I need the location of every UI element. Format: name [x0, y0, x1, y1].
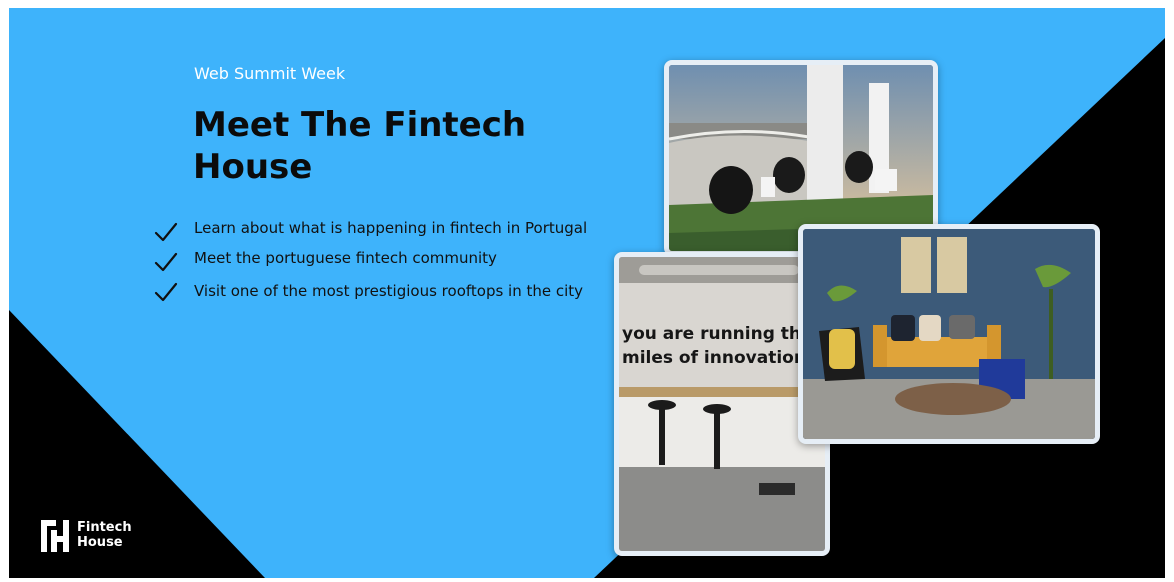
fintech-house-logo: Fintech House: [39, 518, 149, 558]
lounge-photo: [798, 224, 1100, 444]
checkmark-icon: [154, 252, 178, 272]
feature-text: Meet the portuguese fintech community: [194, 249, 497, 267]
event-eyebrow: Web Summit Week: [194, 64, 346, 83]
event-banner: Web Summit Week Meet The Fintech House L…: [9, 8, 1165, 578]
feature-item: Visit one of the most prestigious roofto…: [154, 276, 594, 307]
feature-item: Learn about what is happening in fintech…: [154, 216, 594, 242]
feature-item: Meet the portuguese fintech community: [154, 246, 594, 272]
checkmark-icon: [154, 222, 178, 242]
wall-text-line1: you are running the: [622, 324, 813, 344]
feature-list: Learn about what is happening in fintech…: [154, 216, 594, 313]
logo-text: Fintech House: [77, 520, 132, 550]
logo-icon: [41, 520, 69, 552]
logo-line1: Fintech: [77, 520, 132, 535]
wall-text-line2: miles of innovation.: [622, 348, 812, 368]
page-title: Meet The Fintech House: [193, 105, 527, 187]
checkmark-icon: [154, 282, 178, 302]
feature-text: Learn about what is happening in fintech…: [194, 219, 588, 237]
logo-line2: House: [77, 535, 123, 550]
feature-text: Visit one of the most prestigious roofto…: [194, 282, 584, 300]
